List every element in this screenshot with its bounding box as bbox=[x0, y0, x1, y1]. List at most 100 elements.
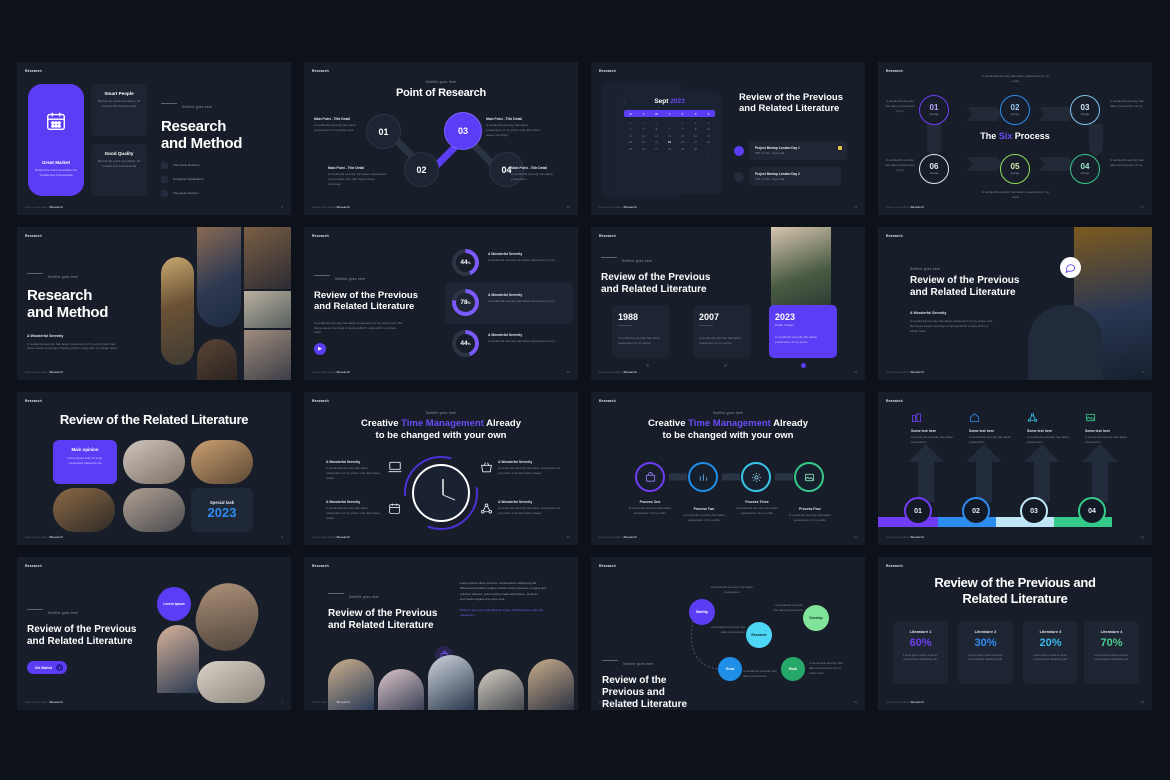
bubble-research[interactable]: Research bbox=[746, 622, 772, 648]
calendar-day[interactable]: 22 bbox=[676, 140, 689, 144]
slide-bubble-journey[interactable]: Research StartUp A wonderful serenity ha… bbox=[591, 557, 865, 710]
calendar-day[interactable]: 31 bbox=[663, 121, 676, 125]
calendar-day[interactable]: 17 bbox=[702, 134, 715, 138]
calendar-prev-icon[interactable]: ‹ bbox=[624, 99, 625, 104]
slide-graduation-arches[interactable]: Research Subtitle goes here Review of th… bbox=[304, 557, 578, 710]
event-card-day1[interactable]: Project Meetup London Day 1 TBD, 10 AM -… bbox=[749, 141, 847, 160]
slide-six-process[interactable]: Research 01 Average 02 Average 03 Average 0… bbox=[878, 62, 1152, 215]
process-circle-four[interactable] bbox=[794, 462, 824, 492]
event-card-day2[interactable]: Project Meetup London Day 2 TBD, 10 AM -… bbox=[749, 167, 841, 186]
process-node-02[interactable]: 02 bbox=[404, 152, 439, 187]
calendar-day[interactable]: 14 bbox=[663, 134, 676, 138]
lorem-bubble[interactable]: Lorem ipsum bbox=[157, 587, 191, 621]
calendar-day[interactable]: 7 bbox=[663, 127, 676, 131]
calendar-day[interactable]: 2 bbox=[689, 121, 702, 125]
calendar-day[interactable]: 13 bbox=[650, 134, 663, 138]
pager-dot-active[interactable] bbox=[801, 363, 806, 368]
calendar-day[interactable]: 30 bbox=[689, 147, 702, 151]
calendar-day[interactable]: 11 bbox=[624, 134, 637, 138]
literature-card-1[interactable]: Literature 1 60% Lorem ipsum dolor sit a… bbox=[893, 621, 948, 684]
process-ring-04[interactable]: 04 Average bbox=[1070, 154, 1100, 184]
calendar-day[interactable]: 18 bbox=[624, 140, 637, 144]
special-task-card[interactable]: Special task 2023 bbox=[191, 488, 253, 532]
bubble-work[interactable]: Work bbox=[781, 657, 805, 681]
slide-year-timeline[interactable]: Research Subtitle goes here Review of th… bbox=[591, 227, 865, 380]
calendar-day[interactable]: 6 bbox=[676, 153, 689, 157]
calendar-day[interactable]: 25 bbox=[624, 147, 637, 151]
process-ring-02[interactable]: 02 Average bbox=[1000, 95, 1030, 125]
calendar-day[interactable]: 10 bbox=[702, 127, 715, 131]
step-badge-03[interactable]: 03 bbox=[1020, 497, 1048, 525]
calendar-day[interactable]: 21 bbox=[663, 140, 676, 144]
checkbox-icon[interactable] bbox=[161, 161, 168, 169]
calendar-day[interactable]: 8 bbox=[676, 127, 689, 131]
calendar-day[interactable]: 30 bbox=[650, 121, 663, 125]
slide-research-and-method[interactable]: Research Great Market Behind the word mo… bbox=[17, 62, 291, 215]
calendar-day[interactable]: 8 bbox=[702, 153, 715, 157]
year-card-2023[interactable]: 2023 Dublin College A wonderful serenity… bbox=[769, 305, 837, 358]
calendar-day[interactable]: 5 bbox=[663, 153, 676, 157]
chat-icon-badge[interactable] bbox=[1060, 257, 1081, 278]
literature-card-4[interactable]: Literature 4 70% Lorem ipsum dolor sit a… bbox=[1084, 621, 1139, 684]
step-badge-04[interactable]: 04 bbox=[1078, 497, 1106, 525]
calendar-day[interactable]: 16 bbox=[689, 134, 702, 138]
calendar-day[interactable]: 19 bbox=[637, 140, 650, 144]
calendar-day[interactable]: 15 bbox=[676, 134, 689, 138]
slide-arrow-steps[interactable]: Research 01 02 03 04 Some text here A wo… bbox=[878, 392, 1152, 545]
calendar-widget[interactable]: ‹ Sept 2023 › MTWTFSS 28 29 30 31 1 2 3 4 5 6 7 8 9 1… bbox=[617, 92, 722, 194]
year-card-1988[interactable]: 1988 A wonderful serenity has taken poss… bbox=[612, 305, 670, 358]
calendar-day[interactable]: 12 bbox=[637, 134, 650, 138]
process-ring-06[interactable]: 06 Average bbox=[919, 154, 949, 184]
process-ring-03[interactable]: 03 Average bbox=[1070, 95, 1100, 125]
calendar-day[interactable]: 9 bbox=[689, 127, 702, 131]
calendar-day[interactable]: 2 bbox=[624, 153, 637, 157]
pager-dot[interactable] bbox=[646, 364, 649, 367]
process-ring-01[interactable]: 01 Average bbox=[919, 95, 949, 125]
literature-card-2[interactable]: Literature 2 30% Lorem ipsum dolor sit a… bbox=[958, 621, 1013, 684]
slide-calendar-review[interactable]: Research ‹ Sept 2023 › MTWTFSS 28 29 30 31 1… bbox=[591, 62, 865, 215]
process-circle-three[interactable] bbox=[741, 462, 771, 492]
calendar-day[interactable]: 28 bbox=[624, 121, 637, 125]
get-started-button[interactable]: Get Started › bbox=[27, 661, 68, 674]
great-market-card[interactable]: Great Market Behind the word mountains, … bbox=[28, 84, 84, 196]
calendar-day[interactable]: 29 bbox=[676, 147, 689, 151]
slide-literature-percentages[interactable]: Research Review of the Previous and Rela… bbox=[878, 557, 1152, 710]
year-card-2007[interactable]: 2007 A wonderful serenity has taken poss… bbox=[693, 305, 751, 358]
calendar-day[interactable]: 20 bbox=[650, 140, 663, 144]
slide-time-management-clock[interactable]: Research Subtitle goes here Creative Tim… bbox=[304, 392, 578, 545]
calendar-day[interactable]: 6 bbox=[650, 127, 663, 131]
calendar-day[interactable]: 1 bbox=[702, 147, 715, 151]
slide-point-of-research[interactable]: Research Subtitle goes here Point of Res… bbox=[304, 62, 578, 215]
calendar-day[interactable]: 5 bbox=[637, 127, 650, 131]
calendar-day[interactable]: 27 bbox=[650, 147, 663, 151]
process-node-03[interactable]: 03 bbox=[444, 112, 482, 150]
slide-related-literature-gallery[interactable]: Research Review of the Related Literatur… bbox=[17, 392, 291, 545]
pager-dot[interactable] bbox=[724, 364, 727, 367]
calendar-day[interactable]: 1 bbox=[676, 121, 689, 125]
slide-cta-review[interactable]: Research Lorem ipsum Subtitle goes here … bbox=[17, 557, 291, 710]
slide-stats-donuts[interactable]: Research Subtitle goes here Review of th… bbox=[304, 227, 578, 380]
good-quality-card[interactable]: Good Quality Behind the word mountains, … bbox=[91, 144, 147, 196]
process-node-01[interactable]: 01 bbox=[366, 114, 401, 149]
calendar-day[interactable]: 4 bbox=[624, 127, 637, 131]
calendar-day[interactable]: 3 bbox=[702, 121, 715, 125]
calendar-day[interactable]: 28 bbox=[663, 147, 676, 151]
play-button[interactable]: ▶ bbox=[314, 343, 326, 356]
checkbox-icon[interactable] bbox=[161, 189, 168, 197]
checkbox-icon[interactable] bbox=[161, 175, 168, 183]
process-circle-two[interactable] bbox=[688, 462, 718, 492]
body-link[interactable]: Morbi in sem quis dui placerat ornare. P… bbox=[460, 608, 546, 619]
calendar-day[interactable]: 26 bbox=[637, 147, 650, 151]
calendar-day[interactable]: 23 bbox=[689, 140, 702, 144]
step-badge-01[interactable]: 01 bbox=[904, 497, 932, 525]
slide-research-method-photos[interactable]: Research Subtitle goes here Research and… bbox=[17, 227, 291, 380]
calendar-day[interactable]: 29 bbox=[637, 121, 650, 125]
process-circle-one[interactable] bbox=[635, 462, 665, 492]
calendar-day[interactable]: 7 bbox=[689, 153, 702, 157]
calendar-days[interactable]: 28 29 30 31 1 2 3 4 5 6 7 8 9 10 11 12 13 14 15 16 17 18 19 20 2… bbox=[624, 121, 715, 157]
calendar-day[interactable]: 3 bbox=[637, 153, 650, 157]
calendar-next-icon[interactable]: › bbox=[714, 99, 715, 104]
calendar-day[interactable]: 4 bbox=[650, 153, 663, 157]
main-opinion-card[interactable]: Main opinion Lorem ipsum dolor sit amet,… bbox=[53, 440, 117, 484]
calendar-day[interactable]: 24 bbox=[702, 140, 715, 144]
